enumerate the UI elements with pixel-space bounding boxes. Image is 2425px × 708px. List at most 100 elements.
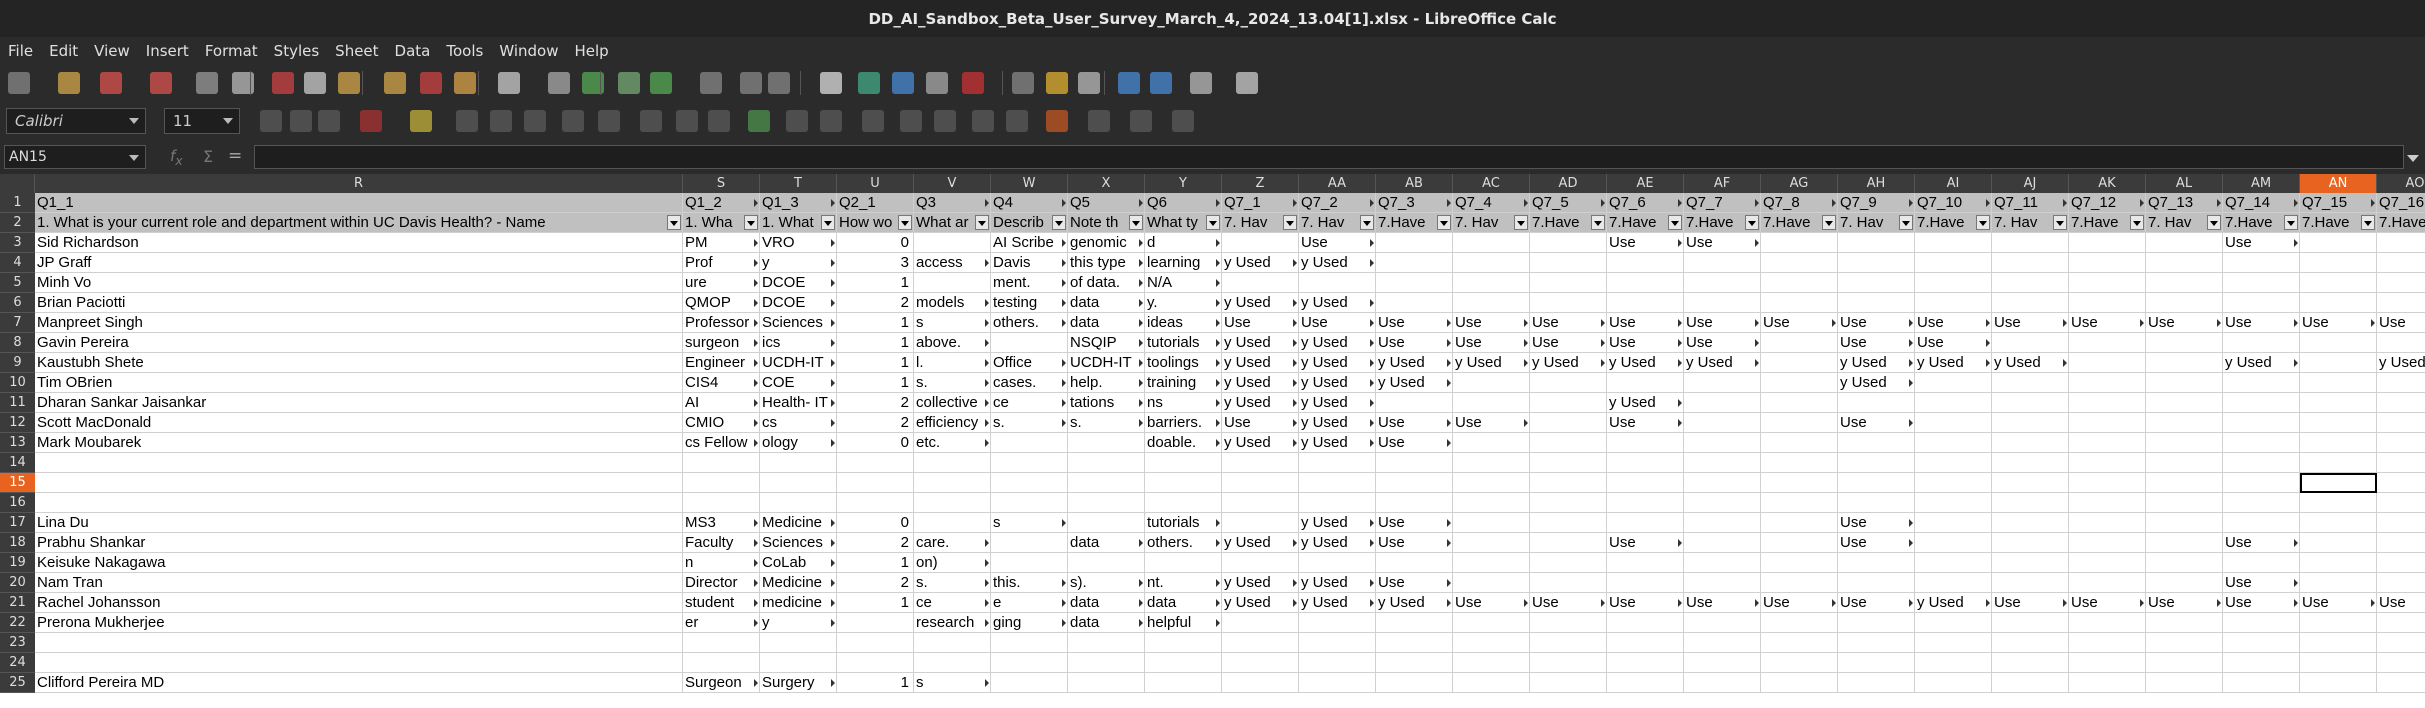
cell-z3[interactable]	[1222, 233, 1299, 253]
cell-aa1[interactable]: Q7_2	[1299, 193, 1376, 213]
cell-ae15[interactable]	[1607, 473, 1684, 493]
cell-ah17[interactable]: Use	[1838, 513, 1915, 533]
font-size-box[interactable]: 11	[164, 108, 240, 134]
increase-indent-icon[interactable]	[972, 110, 994, 132]
cell-y20[interactable]: nt.	[1145, 573, 1222, 593]
cell-w12[interactable]: s.	[991, 413, 1068, 433]
cell-aj15[interactable]	[1992, 473, 2069, 493]
cell-y6[interactable]: y.	[1145, 293, 1222, 313]
cell-v16[interactable]	[914, 493, 991, 513]
cell-y25[interactable]	[1145, 673, 1222, 693]
decrease-indent-icon[interactable]	[1006, 110, 1028, 132]
cell-ac17[interactable]	[1453, 513, 1530, 533]
cell-x10[interactable]: help.	[1068, 373, 1145, 393]
cell-an18[interactable]	[2300, 533, 2377, 553]
name-box[interactable]: AN15	[4, 145, 146, 169]
cell-t13[interactable]: ology	[760, 433, 837, 453]
cell-ab1[interactable]: Q7_3	[1376, 193, 1453, 213]
cell-an23[interactable]	[2300, 633, 2377, 653]
cell-t19[interactable]: CoLab	[760, 553, 837, 573]
cell-ad8[interactable]: Use	[1530, 333, 1607, 353]
column-header-an[interactable]: AN	[2300, 174, 2377, 193]
autofilter-dropdown-icon[interactable]	[2130, 215, 2144, 230]
cell-ad1[interactable]: Q7_5	[1530, 193, 1607, 213]
cell-ag6[interactable]	[1761, 293, 1838, 313]
cell-z21[interactable]: y Used	[1222, 593, 1299, 613]
cell-ab25[interactable]	[1376, 673, 1453, 693]
cell-z10[interactable]: y Used	[1222, 373, 1299, 393]
cell-z4[interactable]: y Used	[1222, 253, 1299, 273]
cell-t20[interactable]: Medicine	[760, 573, 837, 593]
cell-ao8[interactable]	[2377, 333, 2425, 353]
cell-ad23[interactable]	[1530, 633, 1607, 653]
cell-ao21[interactable]: Use	[2377, 593, 2425, 613]
autofilter-dropdown-icon[interactable]	[898, 215, 912, 230]
cell-r5[interactable]: Minh Vo	[35, 273, 683, 293]
cell-al23[interactable]	[2146, 633, 2223, 653]
cell-ai2[interactable]: 7.Have	[1915, 213, 1992, 233]
cell-al4[interactable]	[2146, 253, 2223, 273]
cell-s16[interactable]	[683, 493, 760, 513]
cell-aj13[interactable]	[1992, 433, 2069, 453]
cell-ai17[interactable]	[1915, 513, 1992, 533]
cell-ag5[interactable]	[1761, 273, 1838, 293]
special-character-icon[interactable]	[962, 72, 984, 94]
column-header-u[interactable]: U	[837, 174, 914, 193]
highlight-icon[interactable]	[410, 110, 432, 132]
cell-s24[interactable]	[683, 653, 760, 673]
cell-u9[interactable]: 1	[837, 353, 914, 373]
cell-ab20[interactable]: Use	[1376, 573, 1453, 593]
print-icon[interactable]	[196, 72, 218, 94]
cell-w3[interactable]: AI Scribe	[991, 233, 1068, 253]
copy-icon[interactable]	[304, 72, 326, 94]
cell-v2[interactable]: What ar	[914, 213, 991, 233]
cell-s14[interactable]	[683, 453, 760, 473]
cell-al7[interactable]: Use	[2146, 313, 2223, 333]
cell-ab18[interactable]: Use	[1376, 533, 1453, 553]
cell-ab16[interactable]	[1376, 493, 1453, 513]
font-color-icon[interactable]	[360, 110, 382, 132]
cell-an14[interactable]	[2300, 453, 2377, 473]
cell-t9[interactable]: UCDH-IT	[760, 353, 837, 373]
cell-y8[interactable]: tutorials	[1145, 333, 1222, 353]
autofilter-dropdown-icon[interactable]	[2053, 215, 2067, 230]
conditional-icon[interactable]	[1172, 110, 1194, 132]
cell-ag20[interactable]	[1761, 573, 1838, 593]
cell-z18[interactable]: y Used	[1222, 533, 1299, 553]
function-wizard-icon[interactable]: fx	[170, 147, 183, 168]
cell-x14[interactable]	[1068, 453, 1145, 473]
cell-x11[interactable]: tations	[1068, 393, 1145, 413]
autofilter-dropdown-icon[interactable]	[2284, 215, 2298, 230]
cell-am25[interactable]	[2223, 673, 2300, 693]
cell-af3[interactable]: Use	[1684, 233, 1761, 253]
align-middle-icon[interactable]	[676, 110, 698, 132]
cell-ai5[interactable]	[1915, 273, 1992, 293]
cell-ag1[interactable]: Q7_8	[1761, 193, 1838, 213]
cell-ad14[interactable]	[1530, 453, 1607, 473]
cell-an9[interactable]	[2300, 353, 2377, 373]
cell-ah19[interactable]	[1838, 553, 1915, 573]
wrap-text-icon[interactable]	[562, 110, 584, 132]
cell-s5[interactable]: ure	[683, 273, 760, 293]
cell-ah1[interactable]: Q7_9	[1838, 193, 1915, 213]
cell-ac9[interactable]: y Used	[1453, 353, 1530, 373]
cell-an21[interactable]: Use	[2300, 593, 2377, 613]
cell-v21[interactable]: ce	[914, 593, 991, 613]
cell-w19[interactable]	[991, 553, 1068, 573]
cell-ak2[interactable]: 7.Have	[2069, 213, 2146, 233]
cell-an20[interactable]	[2300, 573, 2377, 593]
row-header-20[interactable]: 20	[0, 573, 35, 593]
autofilter-dropdown-icon[interactable]	[667, 215, 681, 230]
column-header-ai[interactable]: AI	[1915, 174, 1992, 193]
align-bottom-icon[interactable]	[708, 110, 730, 132]
column-header-ao[interactable]: AO	[2377, 174, 2425, 193]
cell-z22[interactable]	[1222, 613, 1299, 633]
row-header-7[interactable]: 7	[0, 313, 35, 333]
cell-x17[interactable]	[1068, 513, 1145, 533]
align-center-icon[interactable]	[490, 110, 512, 132]
cell-ae12[interactable]: Use	[1607, 413, 1684, 433]
cell-w16[interactable]	[991, 493, 1068, 513]
cell-ag23[interactable]	[1761, 633, 1838, 653]
cell-ai9[interactable]: y Used	[1915, 353, 1992, 373]
align-right-icon[interactable]	[524, 110, 546, 132]
